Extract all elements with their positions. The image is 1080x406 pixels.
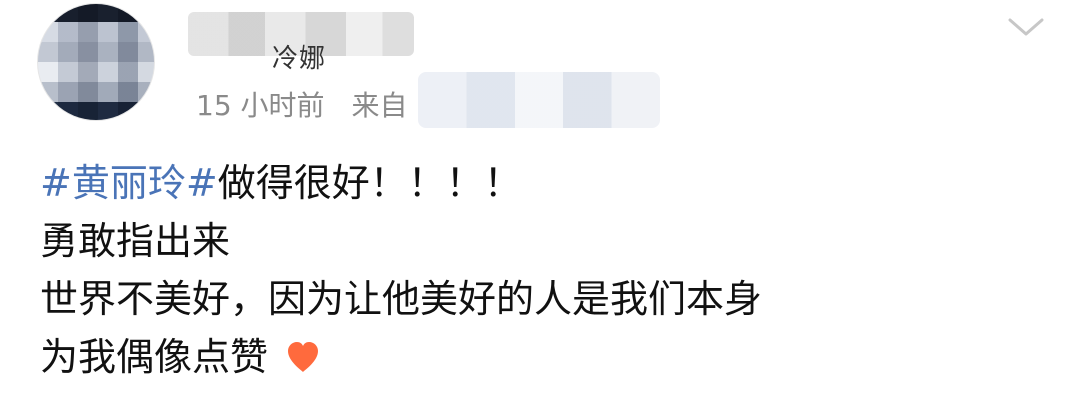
post-line-1: #黄丽玲#做得很好！！！！: [40, 154, 762, 212]
post-line-1-rest: 做得很好！！！！: [217, 161, 522, 205]
chevron-down-icon[interactable]: [1006, 14, 1046, 40]
post-meta: 15 小时前 来自: [196, 84, 407, 124]
topic-link[interactable]: #黄丽玲#: [40, 161, 218, 205]
avatar[interactable]: [38, 4, 154, 120]
post-line-3: 世界不美好，因为让他美好的人是我们本身: [40, 277, 763, 321]
post-line-4-text: 为我偶像点赞: [40, 335, 269, 379]
avatar-blur: [38, 4, 154, 120]
source-blur: [418, 72, 660, 128]
post-line-4: 为我偶像点赞: [40, 328, 762, 386]
post-time: 15 小时前: [196, 89, 325, 122]
username-partial: 冷娜: [272, 44, 327, 74]
post-source-label: 来自: [351, 89, 408, 122]
post-line-2: 勇敢指出来: [40, 219, 231, 263]
post-text: #黄丽玲#做得很好！！！！ 勇敢指出来 世界不美好，因为让他美好的人是我们本身 …: [40, 154, 762, 386]
heart-icon: [284, 332, 322, 372]
